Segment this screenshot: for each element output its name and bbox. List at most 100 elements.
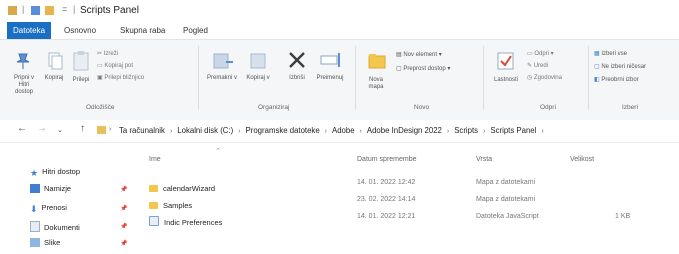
nav-item-label: Hitri dostop [42, 167, 81, 176]
properties-icon[interactable] [31, 6, 40, 15]
breadcrumb-chevron-icon[interactable]: › [238, 128, 240, 135]
invert-selection-button[interactable]: ◧ Preobrni izbor [594, 76, 639, 83]
copy-to-button[interactable]: Kopiraj v [242, 50, 274, 98]
select-group-label: Izberi [622, 104, 638, 111]
properties-label: Lastnosti [493, 77, 518, 83]
column-header-size[interactable]: Velikost [570, 156, 594, 163]
new-item-label: Nov element [403, 52, 438, 58]
breadcrumb-chevron-icon[interactable]: › [360, 128, 362, 135]
recent-locations-chevron-icon[interactable]: ⌄ [57, 126, 63, 134]
easy-access-button[interactable]: ▢ Preprost dostop ▾ [396, 65, 450, 72]
new-folder-label: Nova mapa [368, 77, 384, 90]
file-date: 14. 01. 2022 12:21 [357, 213, 416, 220]
group-divider [483, 46, 484, 110]
breadcrumb-scripts[interactable]: Scripts [454, 126, 478, 135]
desktop-icon [30, 184, 40, 193]
customize-qa-chevron-icon[interactable]: = [62, 4, 67, 14]
rename-label: Preimenuj [316, 75, 344, 81]
tab-file[interactable]: Datoteka [7, 22, 52, 39]
download-icon: ⬇ [30, 204, 38, 214]
file-date: 23. 02. 2022 14:14 [357, 196, 416, 203]
file-date: 14. 01. 2022 12:42 [357, 179, 416, 186]
file-type: Mapa z datotekami [476, 196, 536, 203]
separator-icon: | [22, 4, 25, 14]
column-header-date[interactable]: Datum spremembe [357, 156, 417, 163]
move-to-icon [213, 53, 233, 69]
breadcrumb-chevron-icon[interactable]: › [325, 128, 327, 135]
new-group-label: Novo [414, 104, 430, 111]
column-header-name[interactable]: Ime [149, 156, 161, 163]
location-folder-icon [97, 126, 106, 134]
pin-icon[interactable]: 📌 [120, 205, 127, 212]
table-row[interactable]: Samples 23. 02. 2022 14:14 Mapa z datote… [149, 195, 669, 210]
paste-shortcut-button[interactable]: ▣ Prilepi bližnjico [97, 74, 144, 81]
organize-group-label: Organiziraj [258, 104, 290, 111]
history-button[interactable]: ◷ Zgodovina [527, 74, 562, 81]
copy-path-label: Kopiraj pot [104, 63, 134, 69]
cut-button[interactable]: ✂ Izreži [97, 50, 118, 57]
rename-icon [320, 53, 340, 67]
nav-item-desktop[interactable]: Namizje [30, 184, 71, 197]
history-label: Zgodovina [533, 75, 562, 81]
move-to-button[interactable]: Premakni v [206, 50, 238, 98]
tab-share[interactable]: Skupna raba [114, 22, 171, 39]
edit-button[interactable]: ✎ Uredi [527, 62, 548, 69]
group-divider [355, 46, 356, 110]
window-title: Scripts Panel [80, 5, 139, 16]
table-row[interactable]: calendarWizard 14. 01. 2022 12:42 Mapa z… [149, 178, 669, 193]
breadcrumb-this-pc[interactable]: Ta računalnik [119, 126, 165, 135]
properties-button[interactable]: Lastnosti [490, 50, 522, 98]
rename-button[interactable]: Preimenuj [314, 50, 346, 98]
dropdown-chevron-icon: ▾ [437, 52, 442, 58]
breadcrumb-scripts-panel[interactable]: Scripts Panel [490, 126, 536, 135]
breadcrumb-chevron-icon[interactable]: › [483, 128, 485, 135]
column-header-type[interactable]: Vrsta [476, 156, 492, 163]
breadcrumb-indesign[interactable]: Adobe InDesign 2022 [367, 126, 442, 135]
tab-view[interactable]: Pogled [177, 22, 214, 39]
properties-check-icon [497, 52, 514, 70]
pin-label: Pripni v Hitri dostop [13, 75, 34, 95]
pin-quick-access-button[interactable]: Pripni v Hitri dostop [11, 50, 37, 98]
breadcrumb-program-files[interactable]: Programske datoteke [246, 126, 320, 135]
dropdown-chevron-icon: ▾ [549, 51, 554, 57]
copy-button[interactable]: Kopiraj [42, 50, 66, 90]
copy-path-button[interactable]: ▭ Kopiraj pot [97, 62, 133, 69]
pin-icon[interactable]: 📌 [120, 186, 127, 193]
breadcrumb-chevron-icon[interactable]: › [170, 128, 172, 135]
nav-item-quick-access[interactable]: ★ Hitri dostop [30, 167, 80, 180]
separator-icon: | [73, 4, 76, 14]
breadcrumb-local-disk[interactable]: Lokalni disk (C:) [177, 126, 233, 135]
delete-button[interactable]: Izbriši [283, 50, 311, 98]
open-button[interactable]: ▭ Odpri ▾ [527, 50, 554, 57]
breadcrumb-chevron-icon[interactable]: › [541, 128, 543, 135]
dropdown-chevron-icon: ▾ [445, 66, 451, 72]
nav-item-documents[interactable]: Dokumenti [30, 221, 80, 234]
forward-arrow-icon[interactable]: → [37, 123, 47, 134]
breadcrumb-chevron-icon[interactable]: › [109, 126, 111, 133]
nav-item-label: Namizje [44, 184, 72, 193]
up-arrow-icon[interactable]: ↑ [80, 123, 85, 134]
delete-x-icon [289, 52, 305, 68]
select-none-button[interactable]: ▢ Ne izberi ničesar [594, 63, 646, 70]
nav-item-downloads[interactable]: ⬇ Prenosi [30, 203, 67, 216]
pin-icon[interactable]: 📌 [120, 240, 127, 247]
select-all-button[interactable]: ▦ Izberi vse [594, 50, 627, 57]
breadcrumb-chevron-icon[interactable]: › [447, 128, 449, 135]
paste-shortcut-label: Prilepi bližnjico [104, 75, 145, 81]
paste-button[interactable]: Prilepi [69, 50, 93, 90]
pin-icon[interactable]: 📌 [120, 223, 127, 230]
new-folder-icon[interactable] [45, 6, 54, 15]
pictures-icon [30, 238, 40, 247]
easy-access-label: Preprost dostop [403, 66, 446, 72]
breadcrumb-adobe[interactable]: Adobe [332, 126, 355, 135]
new-folder-button[interactable]: Nova mapa [361, 50, 391, 98]
nav-item-pictures[interactable]: Slike [30, 238, 60, 251]
back-arrow-icon[interactable]: ← [17, 123, 27, 134]
history-icon: ◷ [527, 75, 534, 81]
tab-home[interactable]: Osnovno [58, 22, 102, 39]
new-item-button[interactable]: ▤ Nov element ▾ [396, 51, 442, 58]
quick-access-folder-icon[interactable] [8, 6, 17, 15]
folder-icon [149, 185, 158, 192]
file-name: calendarWizard [163, 184, 216, 193]
table-row[interactable]: Indic Preferences 14. 01. 2022 12:21 Dat… [149, 212, 669, 227]
